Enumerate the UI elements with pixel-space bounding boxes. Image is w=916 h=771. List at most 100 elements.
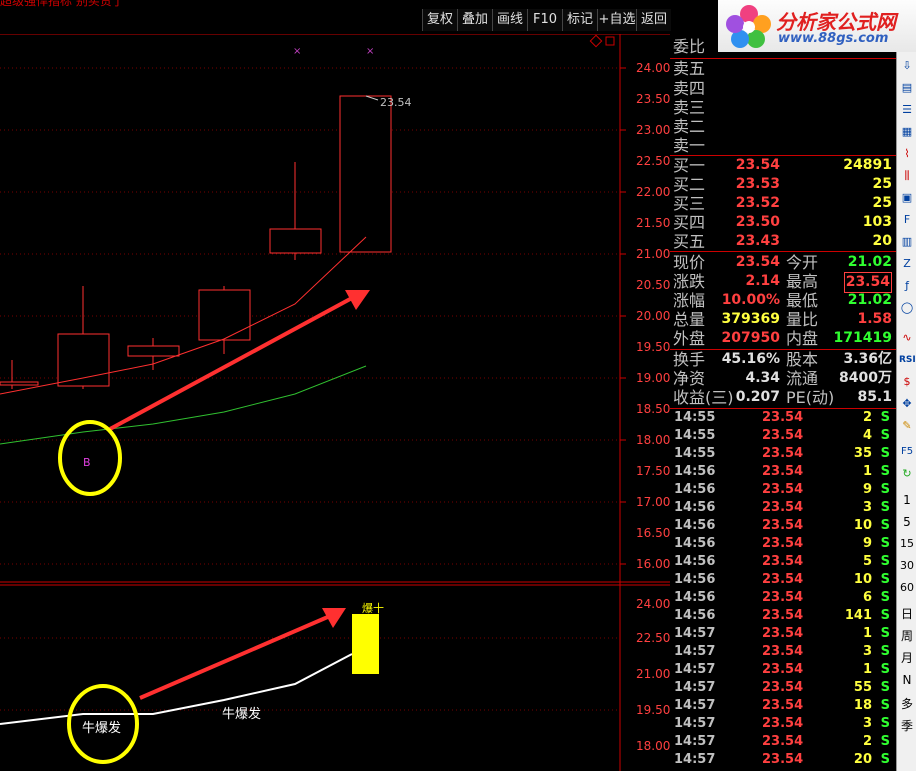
stat-value: 23.54 [843, 272, 892, 293]
tick-price: 23.54 [762, 608, 804, 623]
back-button[interactable]: 返回 [636, 9, 671, 31]
period-week[interactable]: 周 [899, 628, 915, 644]
price-axis-label: 20.50 [636, 278, 670, 292]
tick-row: 14:56 23.54 3 S [670, 499, 896, 517]
tick-price: 23.54 [762, 680, 804, 695]
tick-list[interactable]: 14:55 23.54 2 S 14:55 23.54 4 S 14:55 23.54 35 S 14:… [670, 409, 896, 771]
tick-volume: 35 [853, 446, 872, 461]
sub-axis-label: 21.00 [636, 667, 670, 681]
buy-row: 买二 23.53 25 [670, 175, 896, 194]
stat-row: 总量 379369 量比 1.58 [670, 310, 896, 329]
table-icon[interactable]: ▦ [899, 124, 915, 140]
tick-row: 14:56 23.54 10 S [670, 571, 896, 589]
stat-value: 10.00% [721, 292, 780, 308]
buy-signal-label: B [83, 456, 91, 469]
stat-value: 171419 [833, 330, 892, 346]
sub-axis-label: 22.50 [636, 631, 670, 645]
finance-icon[interactable]: ▥ [899, 234, 915, 250]
f5-icon[interactable]: F5 [899, 444, 915, 460]
circle-icon[interactable]: ◯ [899, 300, 915, 316]
formula-icon[interactable]: ƒ [899, 278, 915, 294]
window-title-fragment: 超级强悍指标 别买贵了 [0, 0, 124, 7]
tick-time: 14:56 [674, 572, 716, 587]
buy-label: 买二 [673, 175, 706, 194]
list-icon[interactable]: ☰ [899, 102, 915, 118]
tick-time: 14:56 [674, 536, 716, 551]
sub-trend-arrow [139, 614, 331, 700]
tick-side: S [880, 734, 890, 749]
tick-side: S [880, 464, 890, 479]
indicator-bar [352, 614, 379, 674]
wave-icon[interactable]: ∿ [899, 330, 915, 346]
dollar-icon[interactable]: $ [899, 374, 915, 390]
report-icon[interactable]: ▣ [899, 190, 915, 206]
price-axis-label: 22.00 [636, 185, 670, 199]
fin-label: 股本 [786, 350, 819, 369]
stat-row: 涨幅 10.00% 最低 21.02 [670, 291, 896, 310]
pencil-icon[interactable]: ✎ [899, 418, 915, 434]
buy-volume: 20 [872, 233, 892, 249]
sell-label: 卖二 [673, 117, 706, 136]
tick-side: S [880, 518, 890, 533]
refresh-icon[interactable]: ↻ [899, 466, 915, 482]
period-60min[interactable]: 60 [899, 580, 915, 596]
fuquan-button[interactable]: 复权 [422, 9, 457, 31]
buy-volume: 25 [872, 176, 892, 192]
draw-line-button[interactable]: 画线 [492, 9, 527, 31]
period-quarter[interactable]: 季 [899, 718, 915, 734]
tick-side: S [880, 698, 890, 713]
period-n[interactable]: N [899, 672, 915, 688]
tick-side: S [880, 590, 890, 605]
buy-row: 买三 23.52 25 [670, 194, 896, 213]
period-day[interactable]: 日 [899, 606, 915, 622]
sell-label: 卖五 [673, 59, 706, 78]
period-multi[interactable]: 多 [899, 696, 915, 712]
tick-side: S [880, 500, 890, 515]
kline-chart[interactable]: 24.00 23.50 23.00 22.50 22.00 21.50 21.0… [0, 34, 670, 771]
tick-price: 23.54 [762, 698, 804, 713]
tick-price: 23.54 [762, 716, 804, 731]
tick-time: 14:57 [674, 698, 716, 713]
add-watchlist-button[interactable]: +自选 [597, 9, 636, 31]
buy-volume: 103 [862, 214, 892, 230]
tick-time: 14:56 [674, 482, 716, 497]
tick-row: 14:56 23.54 1 S [670, 463, 896, 481]
arrow-down-icon[interactable]: ⇩ [899, 58, 915, 74]
price-axis-label: 22.50 [636, 154, 670, 168]
period-30min[interactable]: 30 [899, 558, 915, 574]
period-15min[interactable]: 15 [899, 536, 915, 552]
fin-value: 8400万 [839, 370, 892, 386]
period-month[interactable]: 月 [899, 650, 915, 666]
kline-icon[interactable]: ⫼ [899, 168, 915, 184]
move-icon[interactable]: ✥ [899, 396, 915, 412]
stat-row: 现价 23.54 今开 21.02 [670, 253, 896, 272]
rsi-icon[interactable]: RSI [899, 352, 916, 368]
tick-row: 14:56 23.54 141 S [670, 607, 896, 625]
tick-price: 23.54 [762, 428, 804, 443]
line-chart-icon[interactable]: ⌇ [899, 146, 915, 162]
stat-label: 外盘 [673, 329, 706, 348]
candle-last [339, 95, 392, 253]
tick-price: 23.54 [762, 500, 804, 515]
tick-price: 23.54 [762, 464, 804, 479]
buy-price: 23.54 [735, 157, 780, 173]
tick-row: 14:56 23.54 9 S [670, 535, 896, 553]
candle [0, 381, 39, 386]
mark-button[interactable]: 标记 [562, 9, 597, 31]
f10-button[interactable]: F10 [527, 9, 562, 31]
fin-label: 流通 [786, 369, 819, 388]
tick-time: 14:57 [674, 734, 716, 749]
page-icon[interactable]: ▤ [899, 80, 915, 96]
sub-axis-label: 24.00 [636, 597, 670, 611]
fiz-icon[interactable]: Z [899, 256, 915, 272]
period-5min[interactable]: 5 [899, 514, 915, 530]
fin-label: 收益(三) [673, 388, 734, 407]
overlay-button[interactable]: 叠加 [457, 9, 492, 31]
period-1min[interactable]: 1 [899, 492, 915, 508]
tick-volume: 1 [862, 464, 872, 479]
tick-price: 23.54 [762, 410, 804, 425]
sell-row: 卖三 [670, 98, 896, 117]
stat-value: 21.02 [847, 254, 892, 270]
f10-icon[interactable]: F [899, 212, 915, 228]
weibi-label: 委比 [673, 37, 706, 56]
